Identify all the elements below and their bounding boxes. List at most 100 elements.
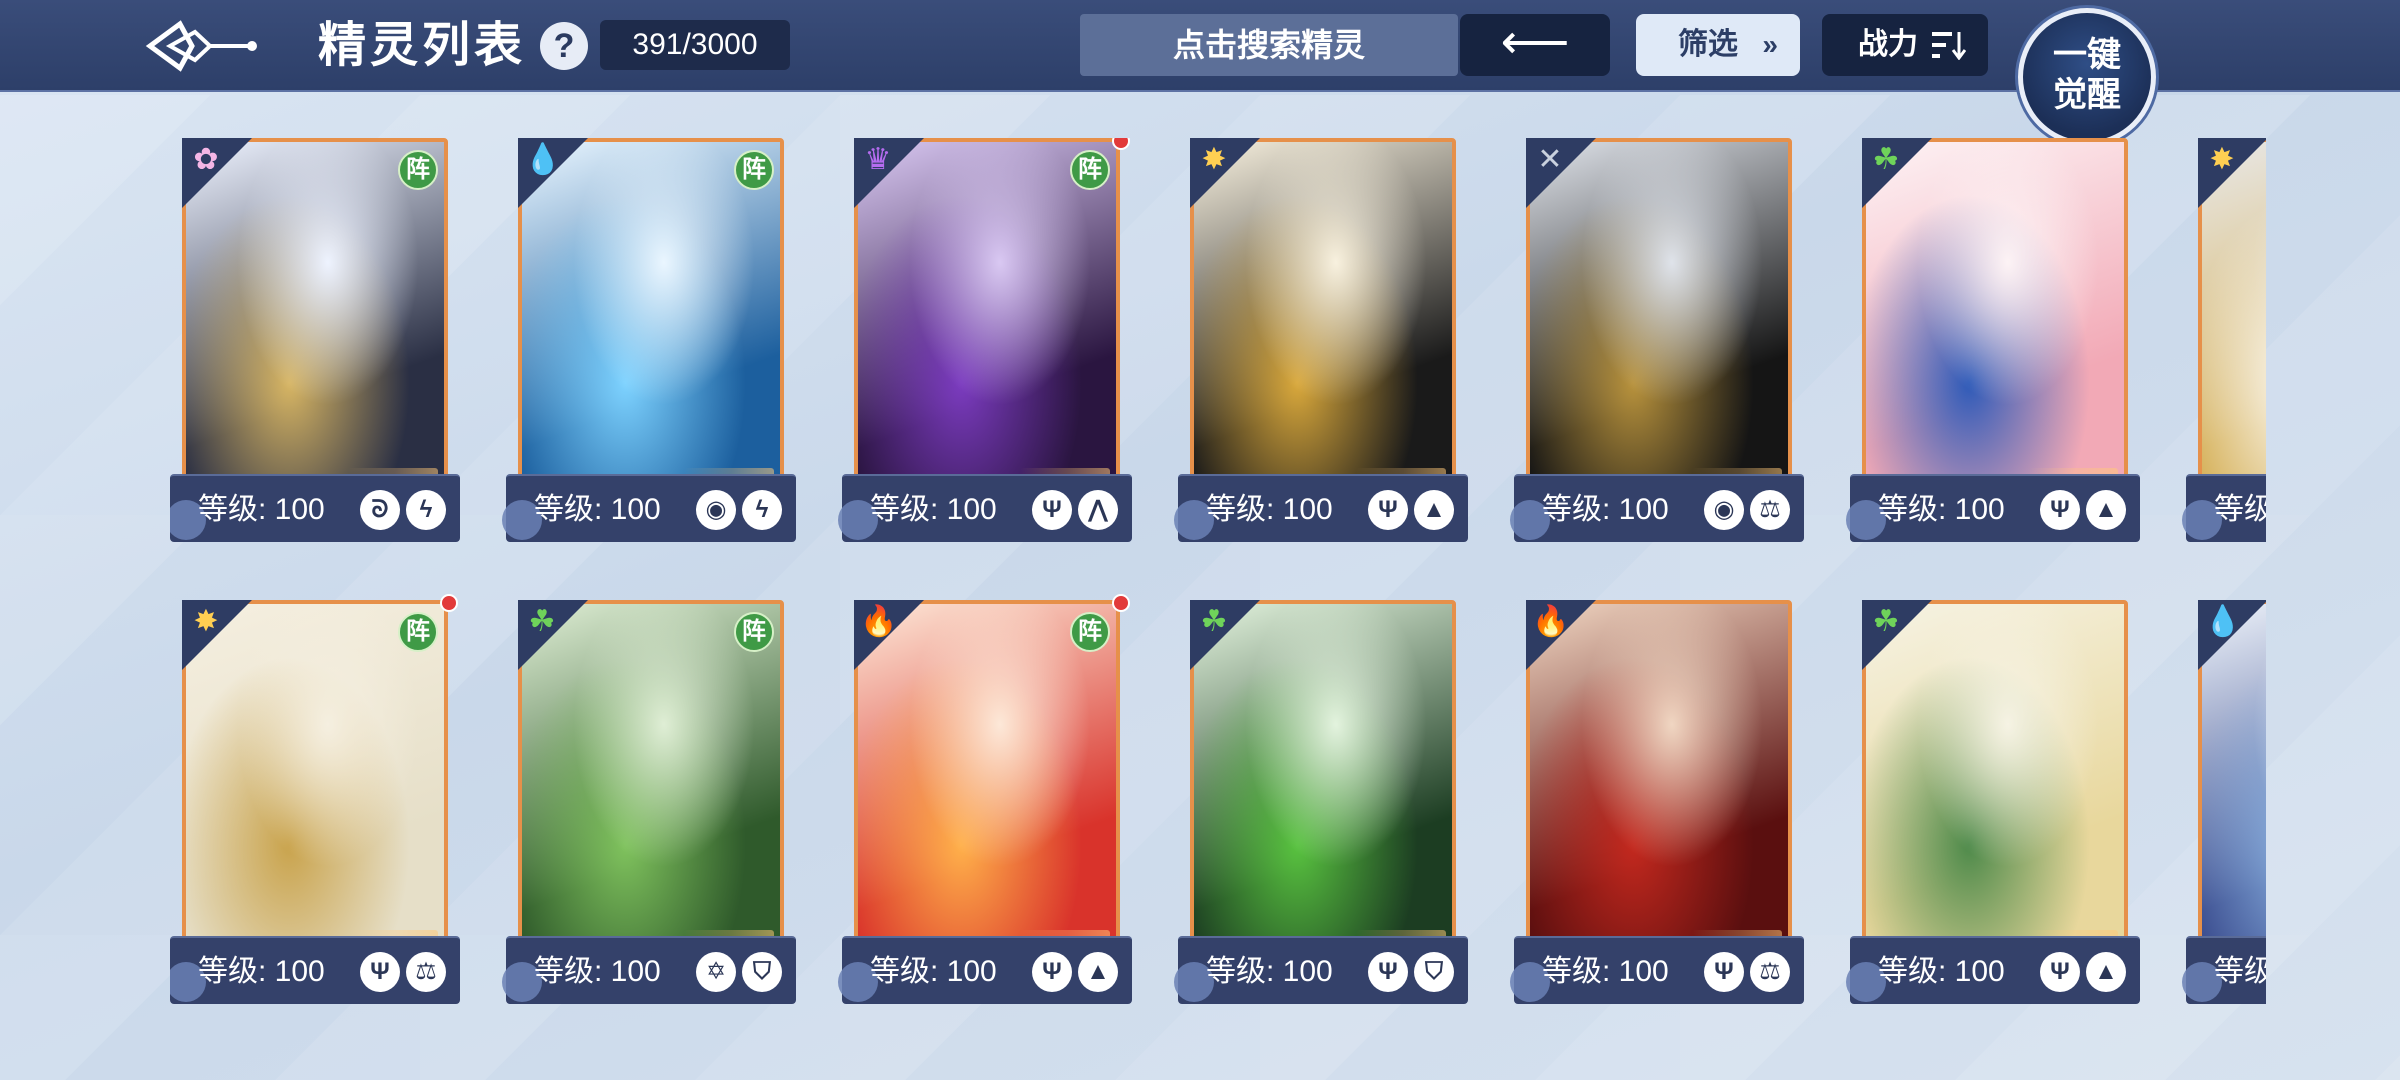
- one-click-awaken-button[interactable]: 一键 觉醒: [2018, 8, 2156, 146]
- spirit-card[interactable]: ☘ 等级: 100 Ψ ▲: [1846, 600, 2140, 1014]
- book-icon: ▲: [1078, 952, 1118, 992]
- spirit-card[interactable]: ✿ 阵等级: 100 ᘐ ϟ: [170, 138, 460, 552]
- search-spirit-input[interactable]: 点击搜索精灵: [1080, 14, 1458, 76]
- sort-icon: [1932, 32, 1966, 60]
- spirit-card[interactable]: 💧 阵等级: 100 ◉ ϟ: [502, 138, 796, 552]
- level-bar: 等级: 100 Ψ ▲: [1846, 474, 2140, 542]
- formation-badge: 阵: [1070, 612, 1110, 652]
- filter-label: 筛选: [1678, 28, 1738, 61]
- trident-icon: Ψ: [360, 952, 400, 992]
- level-bar: 等级: 100 Ψ ⋀: [838, 474, 1132, 542]
- level-label: 等级: 100: [534, 955, 661, 988]
- back-button[interactable]: ⟵: [1460, 14, 1610, 76]
- spirit-card[interactable]: ♛ 阵等级: 100 Ψ ⋀: [838, 138, 1132, 552]
- spirit-card[interactable]: ☘ 等级: 100 Ψ ▲: [1846, 138, 2140, 552]
- level-label: 等级: 100: [1206, 955, 1333, 988]
- water-drop-icon: 💧: [524, 143, 562, 176]
- spirit-card[interactable]: ✸ 等级: 100 Ψ ▲: [1174, 138, 1468, 552]
- shield-icon: ⛉: [742, 952, 782, 992]
- water-drop-icon: 💧: [2204, 605, 2242, 638]
- level-label: 等级: 100: [1878, 955, 2005, 988]
- rainbow-flower-icon: ✿: [193, 143, 219, 176]
- level-label: 等级: 100: [534, 493, 661, 526]
- level-label: 等级: 100: [1542, 493, 1669, 526]
- level-label: 等级: [2214, 493, 2266, 526]
- trident-icon: Ψ: [1368, 490, 1408, 530]
- book-icon: ▲: [2086, 490, 2126, 530]
- level-label: 等级: 100: [870, 493, 997, 526]
- fire-icon: 🔥: [1532, 605, 1570, 638]
- leaf-icon: ☘: [1872, 605, 1900, 638]
- level-bar: 等级: 100 Ψ ⛉: [1174, 936, 1468, 1004]
- vortex-icon: ◉: [1704, 490, 1744, 530]
- hexagram-icon: ✡: [696, 952, 736, 992]
- filter-button[interactable]: 筛选 »: [1636, 14, 1800, 76]
- level-label: 等级: 100: [870, 955, 997, 988]
- level-bar: 等级: 100 ✡ ⛉: [502, 936, 796, 1004]
- trident-icon: Ψ: [2040, 952, 2080, 992]
- top-bar: 精灵列表 ? 391/3000 点击搜索精灵 ⟵ 筛选 » 战力 一键 觉醒: [0, 0, 2400, 146]
- level-bar: 等级: 100 ◉ ⚖: [1510, 474, 1804, 542]
- skill-icons: ◉ ⚖: [1704, 490, 1790, 530]
- spirit-card[interactable]: 💧 等级: [2182, 600, 2266, 1014]
- formation-badge: 阵: [398, 612, 438, 652]
- lightning-icon: ϟ: [406, 490, 446, 530]
- balance-icon: ⚖: [1750, 952, 1790, 992]
- book-icon: ▲: [2086, 952, 2126, 992]
- help-button[interactable]: ?: [540, 22, 588, 70]
- skill-icons: ᘐϟ: [360, 490, 446, 530]
- level-bar: 等级: 100 Ψ ⚖: [1510, 936, 1804, 1004]
- spirit-card[interactable]: ☘ 阵等级: 100 ✡ ⛉: [502, 600, 796, 1014]
- awaken-label-line1: 一键: [2053, 36, 2121, 74]
- skill-icons: ◉ ϟ: [696, 490, 782, 530]
- lightning-icon: ϟ: [742, 490, 782, 530]
- level-label: 等级: [2214, 955, 2266, 988]
- spirit-card[interactable]: 🔥 等级: 100 Ψ ⚖: [1510, 600, 1804, 1014]
- crossed-swords-icon: ✕: [1537, 143, 1563, 176]
- vortex-icon: ◉: [696, 490, 736, 530]
- formation-badge: 阵: [734, 612, 774, 652]
- spirit-card[interactable]: ☘ 等级: 100 Ψ ⛉: [1174, 600, 1468, 1014]
- spirit-card[interactable]: ✸ 等级: [2182, 138, 2266, 552]
- level-label: 等级: 100: [198, 955, 325, 988]
- spirit-card-grid: ✿ 阵等级: 100 ᘐ ϟ 💧 阵等级: 100 ◉ ϟ ♛ 阵等级: 100 Ψ ⋀ ✸ 等级: 10…: [170, 138, 2266, 1058]
- leaf-icon: ☘: [528, 605, 556, 638]
- light-sun-icon: ✸: [193, 605, 219, 638]
- skill-icons: Ψ ⋀: [1032, 490, 1118, 530]
- level-bar: 等级: [2182, 474, 2266, 542]
- skill-icons: Ψ ▲: [1032, 952, 1118, 992]
- formation-badge: 阵: [734, 150, 774, 190]
- dark-crown-icon: ♛: [864, 143, 892, 176]
- level-bar: 等级: 100 ᘐ ϟ: [170, 474, 460, 542]
- level-label: 等级: 100: [198, 493, 325, 526]
- level-bar: 等级: 100 Ψ ⚖: [170, 936, 460, 1004]
- level-bar: 等级: 100 ◉ ϟ: [502, 474, 796, 542]
- level-bar: 等级: 100 Ψ ▲: [1846, 936, 2140, 1004]
- spirit-card[interactable]: ✕ 等级: 100 ◉ ⚖: [1510, 138, 1804, 552]
- skill-icons: Ψ ⛉: [1368, 952, 1454, 992]
- trident-icon: Ψ: [1032, 952, 1072, 992]
- level-bar: 等级: 100 Ψ ▲: [838, 936, 1132, 1004]
- trident-icon: Ψ: [1704, 952, 1744, 992]
- awaken-label-line2: 觉醒: [2053, 76, 2121, 114]
- skill-icons: Ψ ▲: [2040, 490, 2126, 530]
- power-sort-button[interactable]: 战力: [1822, 14, 1988, 76]
- skill-icons: Ψ ⚖: [1704, 952, 1790, 992]
- fire-icon: 🔥: [860, 605, 898, 638]
- spirit-card[interactable]: 🔥 阵等级: 100 Ψ ▲: [838, 594, 1132, 1014]
- balance-icon: ⚖: [1750, 490, 1790, 530]
- trident-icon: Ψ: [1032, 490, 1072, 530]
- trident-icon: Ψ: [2040, 490, 2080, 530]
- page-title: 精灵列表: [318, 19, 527, 72]
- spirit-card[interactable]: ✸ 阵等级: 100 Ψ ⚖: [170, 594, 460, 1014]
- skill-icons: Ψ ▲: [2040, 952, 2126, 992]
- level-label: 等级: 100: [1206, 493, 1333, 526]
- formation-badge: 阵: [398, 150, 438, 190]
- notification-dot: [1112, 138, 1130, 150]
- swirl-icon: ᘐ: [360, 490, 400, 530]
- power-sort-label: 战力: [1858, 28, 1918, 61]
- menu-emblem-icon[interactable]: [140, 14, 260, 78]
- spirit-count: 391/3000: [600, 20, 790, 70]
- skill-icons: ✡ ⛉: [696, 952, 782, 992]
- formation-badge: 阵: [1070, 150, 1110, 190]
